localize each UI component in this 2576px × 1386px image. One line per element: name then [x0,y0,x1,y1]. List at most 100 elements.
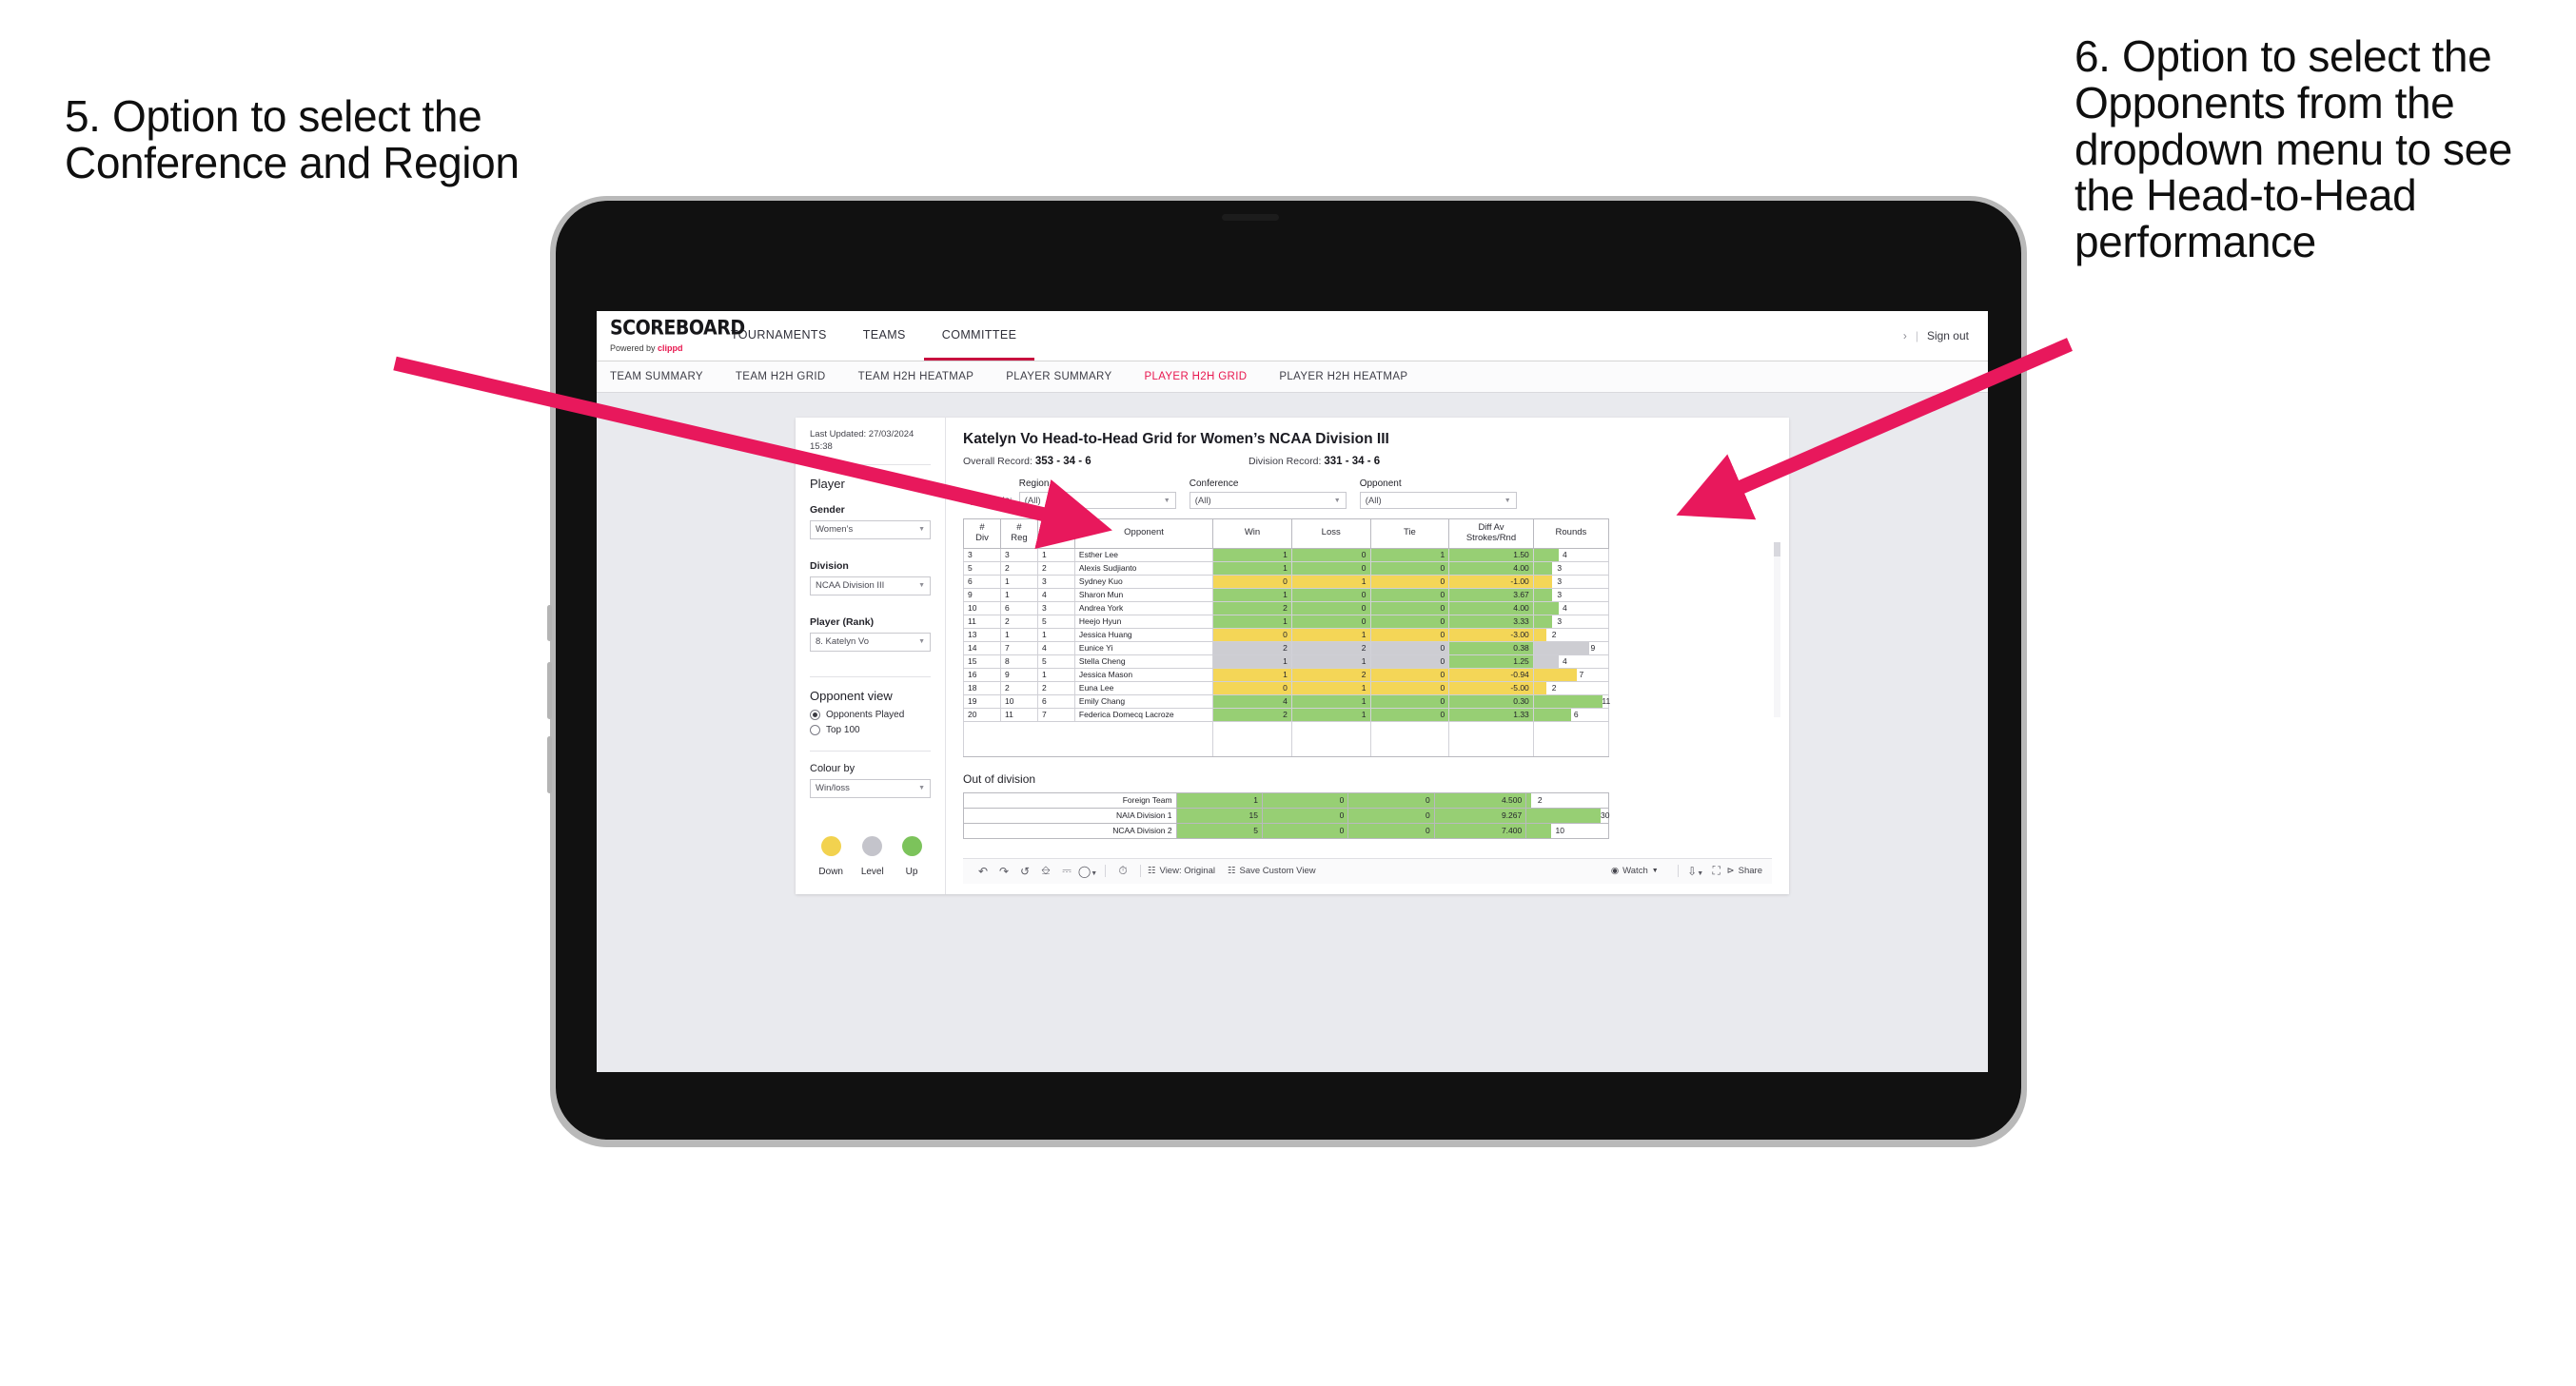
out-of-division-row[interactable]: Foreign Team 1 0 0 4.500 2 [963,791,1609,809]
cell-tie: 0 [1369,588,1450,602]
tablet-volume-up-button [547,662,552,719]
opponent-view-section: Opponent view Opponents Played Top 100 [810,689,931,735]
rounds-bar [1533,628,1547,641]
cell-div: 9 [963,588,1001,602]
cell-loss: 0 [1290,561,1371,576]
cell-diff: -0.94 [1448,668,1534,682]
cell-ood-win: 1 [1175,791,1263,809]
download-icon[interactable]: ⇩▼ [1685,865,1706,878]
col-div[interactable]: # Div [963,518,1001,549]
tab-player-h2h-heatmap[interactable]: PLAYER H2H HEATMAP [1279,371,1407,382]
cell-ood-tie: 0 [1347,822,1435,839]
region-select[interactable]: (All) ▼ [1018,492,1176,509]
chevron-right-icon[interactable]: › [1903,329,1907,342]
sidebar-divider-3 [810,750,931,752]
table-row[interactable]: 14 7 4 Eunice Yi 2 2 0 0.38 9 [963,641,1610,655]
rounds-bar [1533,681,1547,694]
cell-reg: 8 [999,654,1038,669]
conference-label: Conference [1189,478,1239,489]
rounds-bar [1533,575,1553,588]
radio-top-100[interactable]: Top 100 [810,724,931,735]
tab-player-summary[interactable]: PLAYER SUMMARY [1006,371,1111,382]
division-select[interactable]: NCAA Division III ▼ [810,576,931,595]
fullscreen-icon[interactable]: ⛶ [1706,864,1727,878]
out-of-division-row[interactable]: NCAA Division 2 5 0 0 7.400 10 [963,822,1609,839]
table-row[interactable]: 9 1 4 Sharon Mun 1 0 0 3.67 3 [963,588,1610,602]
table-row[interactable]: 15 8 5 Stella Cheng 1 1 0 1.25 4 [963,654,1610,669]
col-loss[interactable]: Loss [1290,518,1371,549]
share-button[interactable]: ⊳ Share [1727,866,1762,876]
legend-item-level: Level [861,835,884,877]
table-row[interactable]: 6 1 3 Sydney Kuo 0 1 0 -1.00 3 [963,575,1610,589]
col-opponent[interactable]: Opponent [1073,518,1214,549]
refresh-data-icon[interactable]: ⎒ [1035,864,1056,878]
opponent-select[interactable]: (All) ▼ [1359,492,1517,509]
cell-conf: 2 [1036,681,1075,695]
tablet-screen: SCOREBOARD Powered by clippd TOURNAMENTS… [597,311,1988,1072]
revert-icon[interactable]: ↺ [1014,865,1035,878]
out-of-division-row[interactable]: NAIA Division 1 15 0 0 9.267 30 [963,807,1609,824]
tab-team-h2h-grid[interactable]: TEAM H2H GRID [736,371,826,382]
col-rounds[interactable]: Rounds [1532,518,1610,549]
gender-select[interactable]: Women’s ▼ [810,519,931,539]
sign-out-link[interactable]: Sign out [1927,329,1969,342]
opponent-value: (All) [1365,495,1382,506]
col-reg[interactable]: # Reg [999,518,1038,549]
chevron-down-icon: ▼ [1333,497,1341,504]
col-diff-av-strokes[interactable]: Diff Av Strokes/Rnd [1448,518,1534,549]
radio-opponents-played[interactable]: Opponents Played [810,709,931,720]
col-win[interactable]: Win [1212,518,1292,549]
h2h-grid-table: # Div # Reg # Conf Opponent Win Loss Tie Di… [962,518,1610,757]
save-custom-view-button[interactable]: ☷ Save Custom View [1228,866,1316,876]
colour-by-select[interactable]: Win/loss ▼ [810,778,931,798]
grid-scrollbar-track[interactable] [1774,542,1780,717]
conference-select[interactable]: (All) ▼ [1189,492,1347,509]
tab-player-h2h-grid[interactable]: PLAYER H2H GRID [1144,371,1247,382]
overall-record: Overall Record: 353 - 34 - 6 [963,456,1249,467]
table-row[interactable]: 5 2 2 Alexis Sudjianto 1 0 0 4.00 3 [963,561,1610,576]
top-navigation: TOURNAMENTS TEAMS COMMITTEE [713,311,1035,361]
history-clock-icon[interactable]: ⏱ [1112,864,1133,878]
table-row[interactable]: 18 2 2 Euna Lee 0 1 0 -5.00 2 [963,681,1610,695]
colour-by-label: Colour by [810,762,855,774]
col-tie[interactable]: Tie [1369,518,1450,549]
tab-team-h2h-heatmap[interactable]: TEAM H2H HEATMAP [858,371,974,382]
table-row[interactable]: 19 10 6 Emily Chang 4 1 0 0.30 11 [963,694,1610,709]
tab-team-summary[interactable]: TEAM SUMMARY [610,371,703,382]
pause-updates-icon[interactable]: ⎓ [1056,864,1077,878]
cell-conf: 1 [1036,628,1075,642]
sidebar-divider-2 [810,675,931,677]
rounds-bar [1533,548,1559,561]
cell-conf: 3 [1036,601,1075,615]
table-row[interactable]: 16 9 1 Jessica Mason 1 2 0 -0.94 7 [963,668,1610,682]
player-rank-label: Player (Rank) [810,615,875,628]
radio-off-icon [810,724,820,735]
cell-diff: -1.00 [1448,575,1534,589]
view-original-button[interactable]: ☷ View: Original [1148,866,1215,876]
cell-reg: 7 [999,641,1038,655]
cell-diff: 1.33 [1448,708,1534,722]
nav-item-committee[interactable]: COMMITTEE [923,311,1035,361]
brand-logo[interactable]: SCOREBOARD Powered by clippd [597,311,745,361]
table-row[interactable]: 3 3 1 Esther Lee 1 0 1 1.50 4 [963,548,1610,562]
cell-conf: 4 [1036,641,1075,655]
table-row[interactable]: 10 6 3 Andrea York 2 0 0 4.00 4 [963,601,1610,615]
table-row[interactable]: 20 11 7 Federica Domecq Lacroze 2 1 0 1.33 6 [963,708,1610,722]
cell-diff: 3.67 [1448,588,1534,602]
toolbar-divider-3 [1677,865,1679,878]
nav-item-teams[interactable]: TEAMS [845,311,924,361]
grid-scrollbar-thumb[interactable] [1774,542,1780,556]
player-rank-select[interactable]: 8. Katelyn Vo ▼ [810,632,931,652]
cell-opponent: Alexis Sudjianto [1073,561,1214,576]
table-row[interactable]: 11 2 5 Heejo Hyun 1 0 0 3.33 3 [963,615,1610,629]
table-row[interactable]: 13 1 1 Jessica Huang 0 1 0 -3.00 2 [963,628,1610,642]
watch-button[interactable]: ◉ Watch ▼ [1611,866,1659,876]
cell-conf: 5 [1036,615,1075,629]
undo-icon[interactable]: ↶ [973,865,993,878]
opponent-label: Opponent [1359,478,1402,489]
col-conf[interactable]: # Conf [1036,518,1075,549]
highlight-icon[interactable]: ◯▼ [1077,865,1098,878]
chevron-down-icon: ▼ [918,785,925,792]
cell-win: 1 [1212,548,1292,562]
redo-icon[interactable]: ↷ [993,865,1014,878]
